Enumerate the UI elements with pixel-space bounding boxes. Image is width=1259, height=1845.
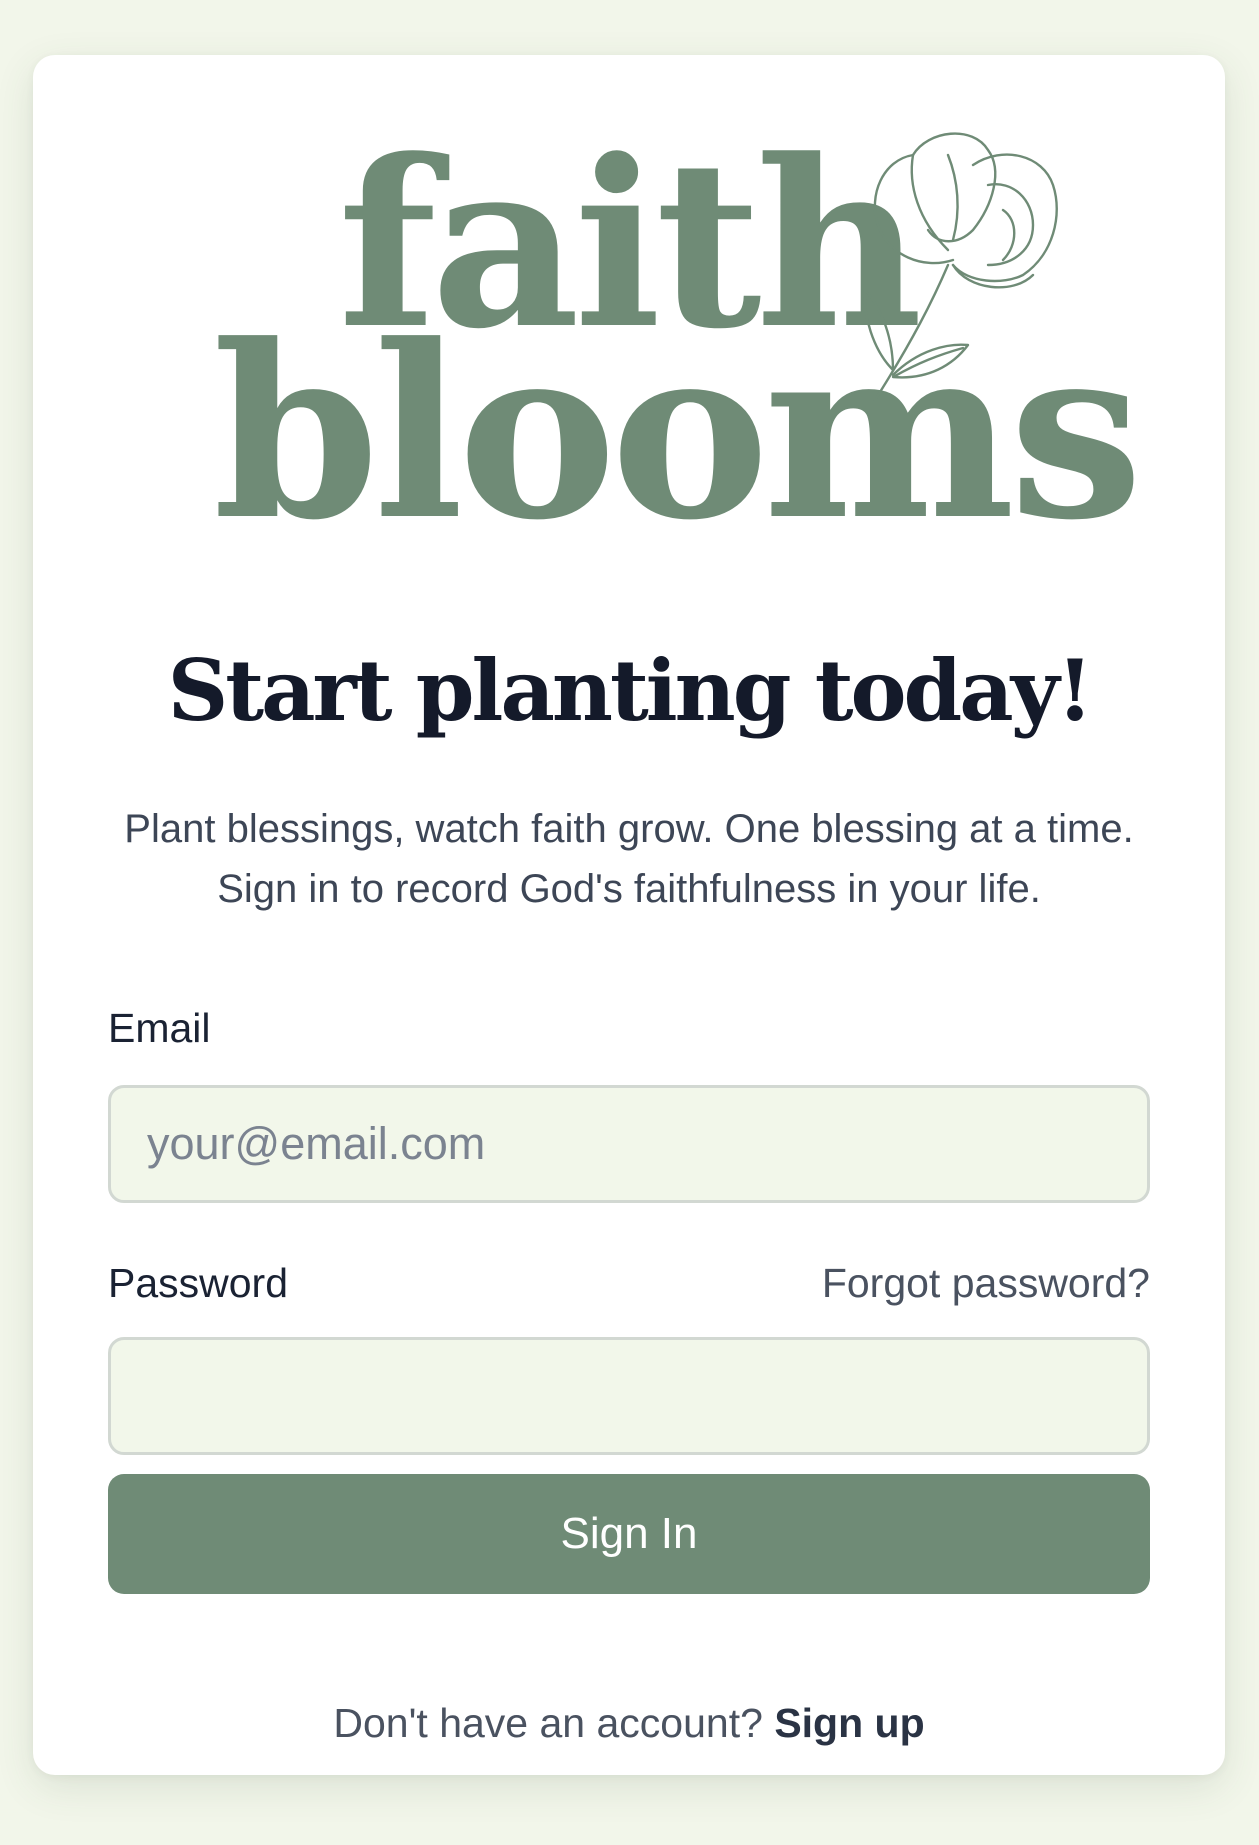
flower-icon <box>863 132 1058 402</box>
sign-in-button[interactable]: Sign In <box>108 1474 1150 1594</box>
login-card: faith blooms Start planting today! Plant… <box>33 55 1225 1775</box>
page-title: Start planting today! <box>167 641 1094 740</box>
password-field[interactable] <box>108 1337 1150 1455</box>
page-subtitle: Plant blessings, watch faith grow. One b… <box>124 807 1134 911</box>
signup-prompt-text: Don't have an account? <box>333 1700 763 1746</box>
sign-up-link[interactable]: Sign up <box>774 1700 924 1746</box>
email-label: Email <box>108 1005 211 1051</box>
signup-prompt: Don't have an account? Sign up <box>33 1700 1225 1747</box>
password-label: Password <box>108 1260 289 1306</box>
logo: faith blooms <box>33 55 1225 553</box>
email-field[interactable] <box>108 1085 1150 1203</box>
forgot-password-link[interactable]: Forgot password? <box>822 1260 1150 1307</box>
